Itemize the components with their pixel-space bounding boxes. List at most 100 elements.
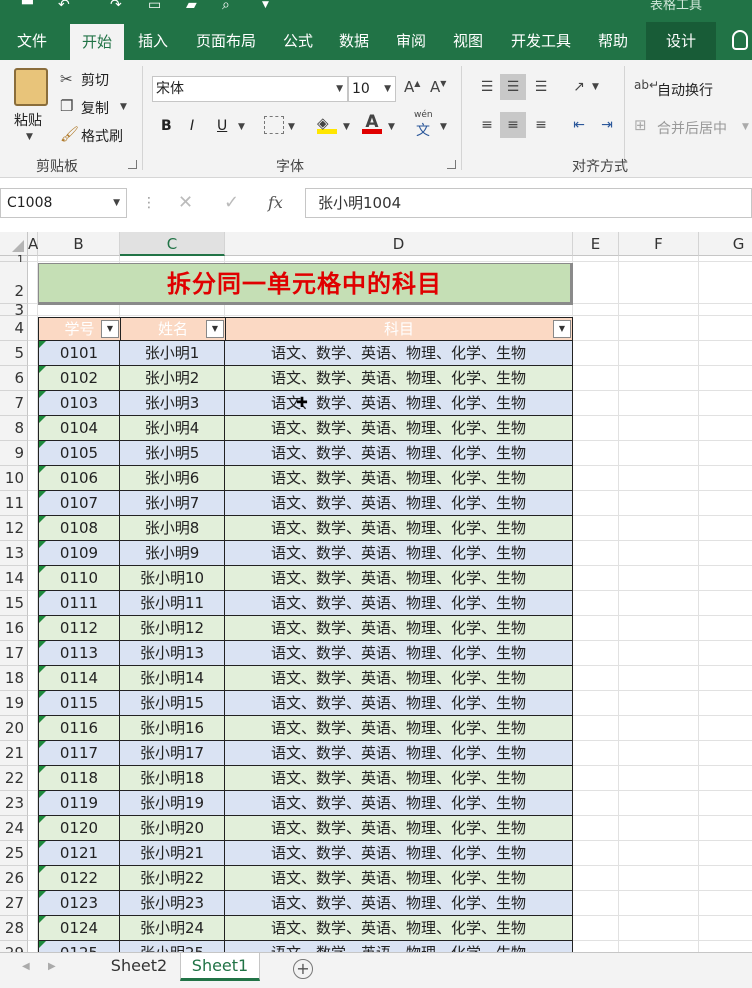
clipboard-launcher-icon[interactable] <box>128 160 137 169</box>
row-header[interactable]: 20 <box>0 716 28 741</box>
name-cell[interactable]: 张小明13 <box>120 641 225 666</box>
tab-insert[interactable]: 插入 <box>130 22 176 60</box>
header-cell-student-id[interactable]: 学号 ▼ <box>38 317 120 341</box>
font-name-select[interactable]: 宋体 ▼ <box>152 76 348 102</box>
student-id-cell[interactable]: 0115 <box>38 691 120 716</box>
column-header-d[interactable]: D <box>225 232 573 256</box>
student-id-cell[interactable]: 0106 <box>38 466 120 491</box>
column-header-c[interactable]: C <box>120 232 225 256</box>
formula-input[interactable]: 张小明1004 <box>305 188 752 218</box>
name-cell[interactable]: 张小明1 <box>120 341 225 366</box>
row-header[interactable]: 3 <box>0 303 28 318</box>
error-indicator-icon[interactable] <box>39 541 46 548</box>
merge-center-icon[interactable]: ⊞ <box>634 116 647 134</box>
tab-data[interactable]: 数据 <box>332 22 376 60</box>
align-center-icon[interactable]: ≡ <box>500 112 526 138</box>
subjects-cell[interactable]: 语文、数学、英语、物理、化学、生物 <box>225 366 573 391</box>
error-indicator-icon[interactable] <box>39 516 46 523</box>
increase-font-size-icon[interactable]: A▲ <box>404 78 420 96</box>
row-header[interactable]: 27 <box>0 891 28 916</box>
student-id-cell[interactable]: 0112 <box>38 616 120 641</box>
tell-me-lightbulb-icon[interactable] <box>732 30 748 50</box>
tab-home[interactable]: 开始 <box>70 24 124 60</box>
undo-icon[interactable]: ↶ <box>58 0 76 12</box>
error-indicator-icon[interactable] <box>39 916 46 923</box>
tab-file[interactable]: 文件 <box>8 22 56 60</box>
underline-dropdown-icon[interactable]: ▼ <box>238 122 245 132</box>
row-header[interactable]: 12 <box>0 516 28 541</box>
subjects-cell[interactable]: 语文、数学、英语、物理、化学、生物 <box>225 716 573 741</box>
column-header-g[interactable]: G <box>699 232 752 256</box>
row-header[interactable]: 19 <box>0 691 28 716</box>
row-header[interactable]: 10 <box>0 466 28 491</box>
student-id-cell[interactable]: 0110 <box>38 566 120 591</box>
error-indicator-icon[interactable] <box>39 866 46 873</box>
error-indicator-icon[interactable] <box>39 466 46 473</box>
student-id-cell[interactable]: 0111 <box>38 591 120 616</box>
row-header[interactable]: 17 <box>0 641 28 666</box>
borders-icon[interactable] <box>264 116 284 134</box>
enter-icon[interactable]: ✓ <box>224 188 239 218</box>
align-bottom-icon[interactable]: ☰ <box>528 74 554 100</box>
name-cell[interactable]: 张小明11 <box>120 591 225 616</box>
row-header[interactable]: 15 <box>0 591 28 616</box>
subjects-cell[interactable]: 语文、数学、英语、物理、化学、生物 <box>225 941 573 952</box>
borders-dropdown-icon[interactable]: ▼ <box>288 122 295 132</box>
column-header-b[interactable]: B <box>38 232 120 256</box>
name-cell[interactable]: 张小明2 <box>120 366 225 391</box>
underline-button[interactable]: U <box>217 118 227 134</box>
student-id-cell[interactable]: 0103 <box>38 391 120 416</box>
name-cell[interactable]: 张小明25 <box>120 941 225 952</box>
next-sheet-icon[interactable]: ▶ <box>48 961 56 972</box>
copy-icon[interactable]: ❐ <box>60 97 73 115</box>
row-header[interactable]: 13 <box>0 541 28 566</box>
subjects-cell[interactable]: 语文、数学、英语、物理、化学、生物 <box>225 916 573 941</box>
error-indicator-icon[interactable] <box>39 391 46 398</box>
bold-button[interactable]: B <box>161 118 172 134</box>
name-cell[interactable]: 张小明5 <box>120 441 225 466</box>
name-cell[interactable]: 张小明9 <box>120 541 225 566</box>
cut-button[interactable]: 剪切 <box>81 70 109 90</box>
decrease-indent-icon[interactable]: ⇤ <box>566 112 592 138</box>
name-cell[interactable]: 张小明10 <box>120 566 225 591</box>
row-header[interactable]: 11 <box>0 491 28 516</box>
name-cell[interactable]: 张小明3 <box>120 391 225 416</box>
redo-icon[interactable]: ↷ <box>110 0 128 12</box>
add-sheet-icon[interactable]: + <box>293 959 313 979</box>
student-id-cell[interactable]: 0101 <box>38 341 120 366</box>
new-file-icon[interactable]: ▭ <box>148 0 166 12</box>
decrease-font-size-icon[interactable]: A▼ <box>430 78 446 96</box>
wrap-text-button[interactable]: 自动换行 <box>657 80 713 100</box>
error-indicator-icon[interactable] <box>39 566 46 573</box>
sheet-title-cell[interactable]: 拆分同一单元格中的科目 <box>38 263 573 305</box>
font-color-dropdown-icon[interactable]: ▼ <box>388 122 395 132</box>
prev-sheet-icon[interactable]: ◀ <box>22 961 30 972</box>
error-indicator-icon[interactable] <box>39 416 46 423</box>
error-indicator-icon[interactable] <box>39 441 46 448</box>
orientation-icon[interactable]: ↗ <box>566 74 592 100</box>
student-id-cell[interactable]: 0104 <box>38 416 120 441</box>
tab-formulas[interactable]: 公式 <box>276 22 320 60</box>
filter-dropdown-icon[interactable]: ▼ <box>553 320 571 338</box>
align-top-icon[interactable]: ☰ <box>474 74 500 100</box>
subjects-cell[interactable]: 语文、数学、英语、物理、化学、生物 <box>225 591 573 616</box>
error-indicator-icon[interactable] <box>39 941 46 948</box>
font-launcher-icon[interactable] <box>447 160 456 169</box>
subjects-cell[interactable]: 语文、数学、英语、物理、化学、生物 <box>225 341 573 366</box>
fill-color-icon[interactable]: ◈ <box>317 114 337 134</box>
cut-icon[interactable]: ✂ <box>60 70 73 88</box>
tab-page-layout[interactable]: 页面布局 <box>188 22 264 60</box>
tab-view[interactable]: 视图 <box>446 22 490 60</box>
error-indicator-icon[interactable] <box>39 716 46 723</box>
subjects-cell[interactable]: 语文、数学、英语、物理、化学、生物 <box>225 616 573 641</box>
tab-help[interactable]: 帮助 <box>590 22 636 60</box>
student-id-cell[interactable]: 0121 <box>38 841 120 866</box>
error-indicator-icon[interactable] <box>39 766 46 773</box>
copy-dropdown-icon[interactable]: ▼ <box>120 102 127 112</box>
print-preview-icon[interactable]: ⌕ <box>222 0 240 12</box>
name-cell[interactable]: 张小明8 <box>120 516 225 541</box>
error-indicator-icon[interactable] <box>39 841 46 848</box>
open-file-icon[interactable]: ▰ <box>186 0 204 12</box>
subjects-cell[interactable]: 语文、数学、英语、物理、化学、生物 <box>225 641 573 666</box>
row-header[interactable]: 26 <box>0 866 28 891</box>
